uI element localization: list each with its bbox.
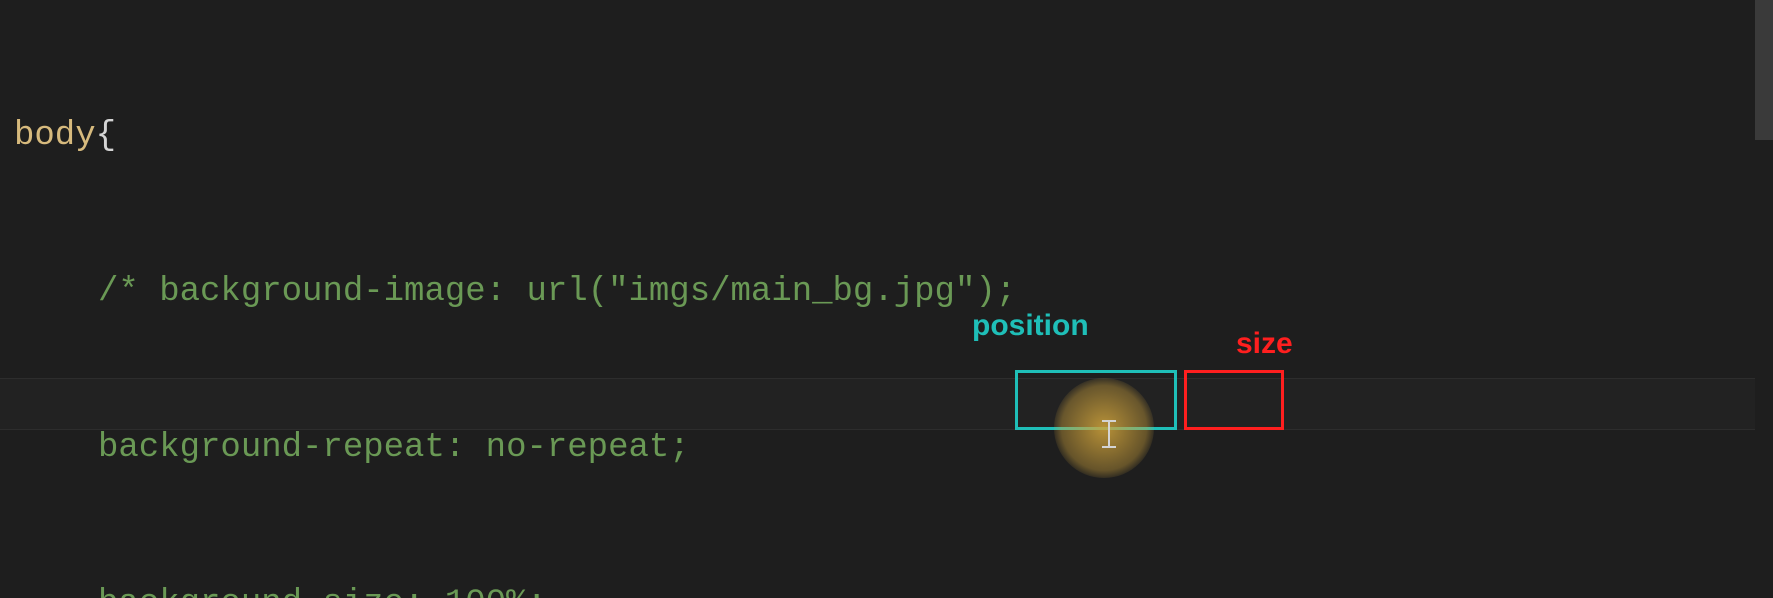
comment-token: background-repeat: no-repeat; [98,429,690,467]
code-line[interactable]: /* background-image: url("imgs/main_bg.j… [14,266,1773,318]
code-line[interactable]: body{ [14,110,1773,162]
brace-open: { [96,117,116,155]
code-editor[interactable]: body{ /* background-image: url("imgs/mai… [0,0,1773,598]
selector-token: body [14,117,96,155]
scrollbar-thumb[interactable] [1755,0,1773,140]
comment-token: background-size: 100%; [98,585,547,598]
code-line[interactable]: background-repeat: no-repeat; [14,422,1773,474]
editor-scrollbar[interactable] [1755,0,1773,598]
code-line[interactable]: background-size: 100%; [14,578,1773,598]
comment-token: /* background-image: url("imgs/main_bg.j… [98,273,1016,311]
